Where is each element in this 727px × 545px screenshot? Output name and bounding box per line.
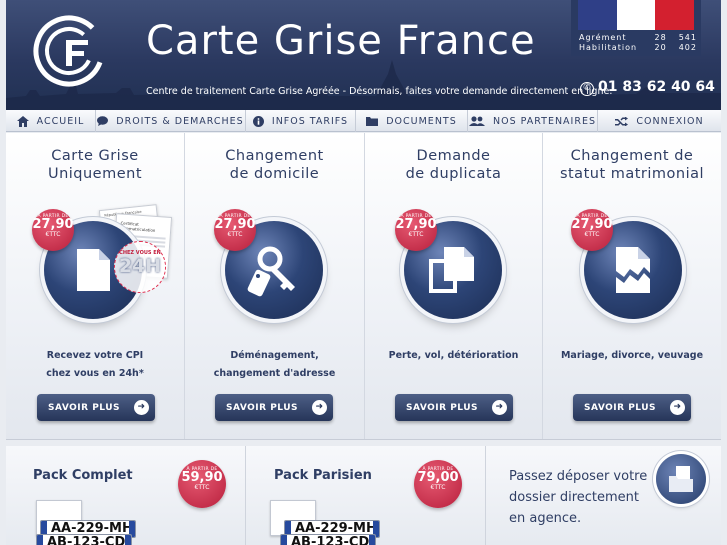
- pack-parisien[interactable]: Pack Parisien À PARTIR DE 79,00 €TTC AA-…: [246, 446, 486, 545]
- bottom-section: Pack Complet À PARTIR DE 59,90 €TTC AA-2…: [6, 446, 721, 545]
- home-icon: [16, 115, 29, 127]
- arrow-right-icon: ➜: [670, 400, 685, 415]
- price-unit: €TTC: [584, 231, 600, 238]
- site-header: Carte Grise France Centre de traitement …: [6, 0, 721, 110]
- card-description: Déménagement, changement d'adresse: [213, 350, 336, 379]
- service-card-changement-domicile: Changement de domicile À PARTIR DE 27,90…: [185, 133, 365, 439]
- card-title: Changement de domicile: [225, 148, 324, 182]
- speech-bubble-icon: [97, 116, 109, 126]
- price-badge: À PARTIR DE 59,90 €TTC: [178, 460, 226, 508]
- arrow-right-icon: ➜: [492, 400, 507, 415]
- price-amount: 59,90: [181, 470, 223, 485]
- folder-document-icon: [656, 454, 706, 504]
- arrow-right-icon: ➜: [312, 400, 327, 415]
- 24h-delivery-badge: CHEZ VOUS EN 24H: [114, 241, 166, 293]
- site-tagline: Centre de traitement Carte Grise Agréée …: [146, 86, 613, 97]
- button-label: SAVOIR PLUS: [226, 402, 299, 413]
- pack-title: Pack Parisien: [274, 468, 372, 483]
- badge-label: Habilitation: [579, 43, 638, 52]
- price-unit: €TTC: [45, 231, 61, 238]
- price-badge: À PARTIR DE 79,00 €TTC: [414, 460, 462, 508]
- habilitation-row: Habilitation 20 402: [579, 43, 697, 52]
- phone-number[interactable]: ✆ 01 83 62 40 64: [580, 79, 715, 96]
- price-badge: À PARTIR DE 27,90 €TTC: [571, 209, 613, 251]
- button-label: SAVOIR PLUS: [406, 402, 479, 413]
- nav-label: NOS PARTENAIRES: [492, 115, 596, 127]
- license-plate: AB-123-CD: [36, 534, 132, 545]
- folder-icon: [366, 117, 379, 126]
- services-section: Carte Grise Uniquement République França…: [6, 133, 721, 440]
- badge-num: 402: [678, 43, 697, 52]
- button-label: SAVOIR PLUS: [584, 402, 657, 413]
- badge-label: Agrément: [579, 33, 627, 42]
- savoir-plus-button[interactable]: SAVOIR PLUS ➜: [573, 394, 691, 421]
- card-description: Perte, vol, détérioration: [388, 350, 519, 361]
- price-unit: €TTC: [408, 231, 424, 238]
- badge-num: 20: [654, 43, 667, 52]
- agreement-badge: Agrément 28 541 Habilitation 20 402: [571, 0, 701, 56]
- price-amount: 27,90: [571, 217, 613, 232]
- french-flag-icon: [578, 0, 695, 30]
- badge-24h-value: 24H: [118, 255, 162, 277]
- savoir-plus-button[interactable]: SAVOIR PLUS ➜: [395, 394, 513, 421]
- nav-item-infos-tarifs[interactable]: INFOS TARIFS: [246, 110, 356, 132]
- nav-label: ACCUEIL: [36, 115, 85, 127]
- card-description: Mariage, divorce, veuvage: [560, 350, 704, 361]
- nav-item-connexion[interactable]: CONNEXION: [598, 110, 721, 132]
- service-card-carte-grise: Carte Grise Uniquement République França…: [6, 133, 185, 439]
- nav-label: INFOS TARIFS: [271, 115, 349, 127]
- pack-complet[interactable]: Pack Complet À PARTIR DE 59,90 €TTC AA-2…: [6, 446, 246, 545]
- savoir-plus-button[interactable]: SAVOIR PLUS ➜: [37, 394, 155, 421]
- nav-item-nos-partenaires[interactable]: NOS PARTENAIRES: [468, 110, 598, 132]
- card-description: Recevez votre CPI chez vous en 24h*: [46, 350, 144, 379]
- card-title: Changement de statut matrimonial: [559, 148, 705, 182]
- card-title: Demande de duplicata: [405, 148, 502, 182]
- service-card-statut-matrimonial: Changement de statut matrimonial À PARTI…: [543, 133, 721, 439]
- page: Carte Grise France Centre de traitement …: [0, 0, 727, 545]
- price-badge: À PARTIR DE 27,90 €TTC: [395, 209, 437, 251]
- nav-item-droits-demarches[interactable]: DROITS & DEMARCHES: [96, 110, 246, 132]
- price-unit: €TTC: [430, 484, 446, 491]
- price-amount: 27,90: [395, 217, 437, 232]
- arrow-right-icon: ➜: [134, 400, 149, 415]
- service-card-duplicata: Demande de duplicata À PARTIR DE 27,90 €…: [365, 133, 543, 439]
- nav-label: DROITS & DEMARCHES: [116, 115, 244, 127]
- main-nav: ACCUEIL DROITS & DEMARCHES INFOS TARIFS …: [6, 110, 721, 132]
- phone-icon: ✆: [580, 82, 594, 96]
- license-plate: AB-123-CD: [280, 534, 376, 545]
- savoir-plus-button[interactable]: SAVOIR PLUS ➜: [215, 394, 333, 421]
- badge-num: 541: [678, 33, 697, 42]
- agrement-row: Agrément 28 541: [579, 33, 697, 42]
- nav-item-documents[interactable]: DOCUMENTS: [356, 110, 468, 132]
- site-title: Carte Grise France: [146, 18, 536, 64]
- nav-label: CONNEXION: [636, 115, 704, 127]
- nav-item-accueil[interactable]: ACCUEIL: [6, 110, 96, 132]
- nav-label: DOCUMENTS: [386, 115, 457, 127]
- price-amount: 27,90: [214, 217, 256, 232]
- pack-title: Pack Complet: [33, 468, 133, 483]
- shuffle-icon: [615, 116, 629, 126]
- price-amount: 27,90: [32, 217, 74, 232]
- button-label: SAVOIR PLUS: [48, 402, 121, 413]
- price-amount: 79,00: [417, 470, 459, 485]
- price-unit: €TTC: [194, 484, 210, 491]
- price-badge: À PARTIR DE 27,90 €TTC: [214, 209, 256, 251]
- info-icon: [252, 115, 264, 127]
- price-badge: À PARTIR DE 27,90 €TTC: [32, 209, 74, 251]
- cgf-logo: [33, 15, 105, 87]
- badge-num: 28: [654, 33, 667, 42]
- price-unit: €TTC: [227, 231, 243, 238]
- agency-dropoff[interactable]: Passez déposer votre dossier directement…: [486, 446, 721, 545]
- agency-text: Passez déposer votre dossier directement…: [509, 469, 648, 526]
- users-icon: [468, 116, 485, 126]
- card-title: Carte Grise Uniquement: [47, 148, 143, 182]
- phone-text: 01 83 62 40 64: [598, 79, 715, 95]
